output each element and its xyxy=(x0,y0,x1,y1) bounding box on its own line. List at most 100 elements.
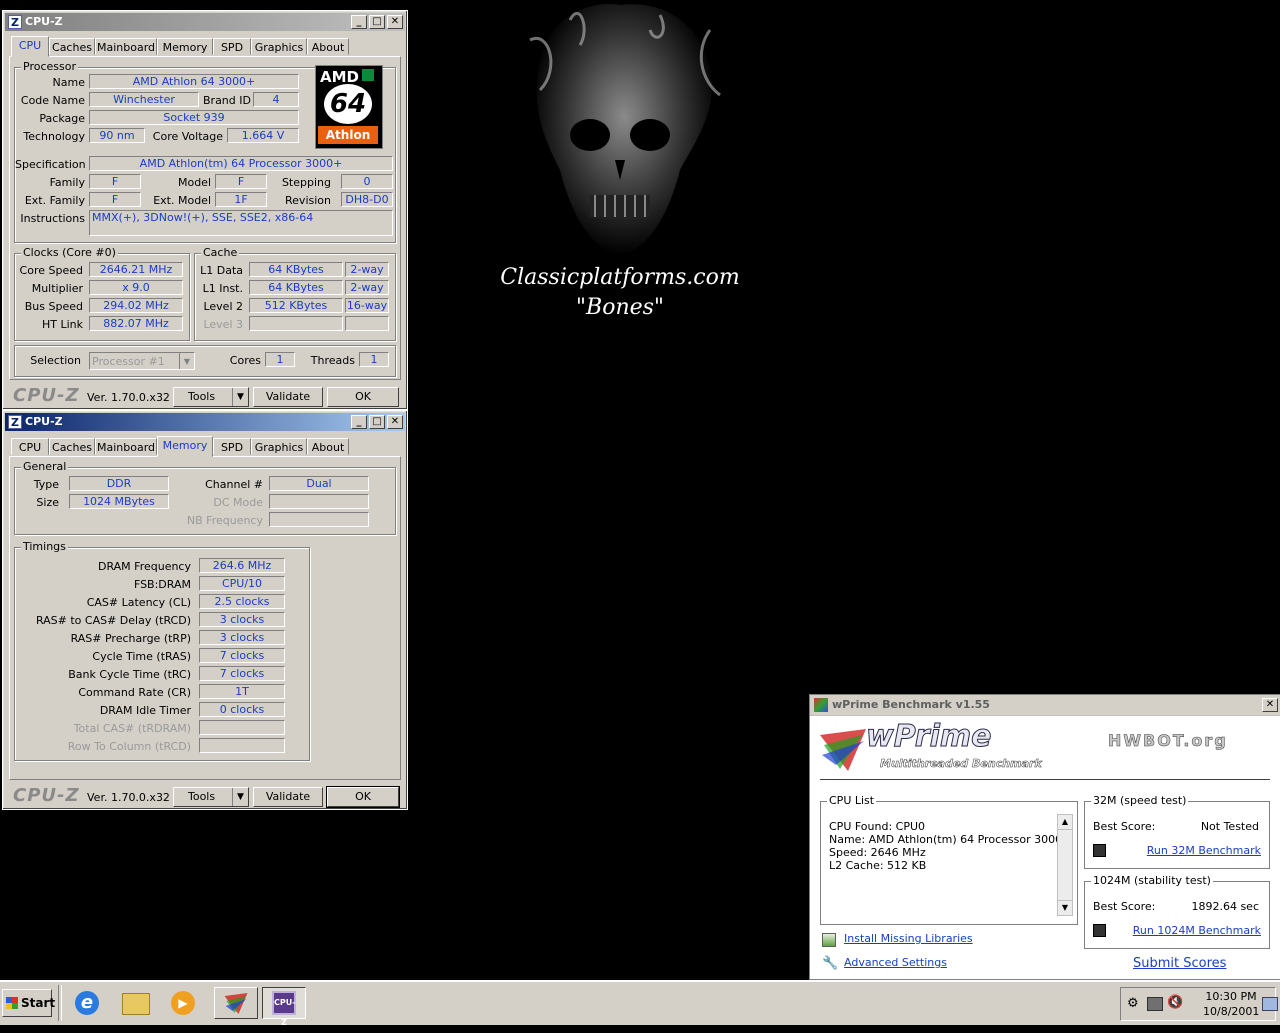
timing-value: 3 clocks xyxy=(199,612,285,627)
close-button[interactable]: ✕ xyxy=(1262,698,1278,712)
start-button[interactable]: Start xyxy=(2,989,55,1017)
network-icon[interactable] xyxy=(1147,997,1163,1011)
tab-graphics[interactable]: Graphics xyxy=(251,38,307,55)
save-icon[interactable] xyxy=(1093,924,1106,937)
wallpaper-site-text: Classicplatforms.com xyxy=(500,265,740,290)
media-player-icon[interactable]: ▶ xyxy=(168,987,198,1019)
minimize-button[interactable]: _ xyxy=(351,15,367,29)
core-speed-label: Core Speed xyxy=(19,264,83,277)
close-button[interactable]: ✕ xyxy=(387,15,403,29)
show-desktop-icon[interactable] xyxy=(1262,997,1278,1011)
size-field: 1024 MBytes xyxy=(69,494,169,509)
cpuz-app-icon: Z xyxy=(8,415,22,429)
wrench-icon: 🔧 xyxy=(822,956,839,971)
cpuz-titlebar[interactable]: Z CPU-Z _ □ ✕ xyxy=(5,413,405,431)
version-text: Ver. 1.70.0.x32 xyxy=(87,391,170,404)
settings-gear-icon[interactable]: ⚙ xyxy=(1127,996,1139,1011)
clock-date[interactable]: 10/8/2001 xyxy=(1203,1005,1259,1018)
selection-row: Selection Processor #1 ▼ Cores 1 Threads… xyxy=(14,345,396,377)
validate-button[interactable]: Validate xyxy=(253,787,323,807)
wprime-app-icon xyxy=(814,698,828,712)
tab-spd[interactable]: SPD xyxy=(213,438,251,455)
tab-mainboard[interactable]: Mainboard xyxy=(95,38,157,55)
cpuz-titlebar[interactable]: Z CPU-Z _ □ ✕ xyxy=(5,13,405,31)
tab-mainboard[interactable]: Mainboard xyxy=(95,438,157,455)
maximize-button[interactable]: □ xyxy=(369,415,385,429)
voltage-label: Core Voltage xyxy=(152,130,223,143)
revision-field: DH8-D0 xyxy=(341,192,393,207)
internet-explorer-icon[interactable]: e xyxy=(72,987,102,1019)
cores-label: Cores xyxy=(229,354,261,367)
clocks-group-title: Clocks (Core #0) xyxy=(21,246,118,259)
validate-button[interactable]: Validate xyxy=(253,387,323,407)
install-libraries-link[interactable]: Install Missing Libraries xyxy=(844,932,973,945)
processor-group-title: Processor xyxy=(21,60,78,73)
wprime-window[interactable]: wPrime Benchmark v1.55 ✕ wPrime Multithr… xyxy=(809,694,1280,980)
timing-label: Bank Cycle Time (tRC) xyxy=(68,668,191,681)
wprime-subtitle: Multithreaded Benchmark xyxy=(880,757,1042,771)
minimize-button[interactable]: _ xyxy=(351,415,367,429)
wprime-title: wPrime Benchmark v1.55 xyxy=(832,698,990,711)
run-32m-link[interactable]: Run 32M Benchmark xyxy=(1147,844,1261,857)
tools-button[interactable]: Tools ▼ xyxy=(173,387,249,407)
cpuz-window-cpu[interactable]: Z CPU-Z _ □ ✕ CPU Caches Mainboard Memory… xyxy=(2,10,408,410)
stepping-field: 0 xyxy=(341,174,393,189)
tab-memory[interactable]: Memory xyxy=(157,436,213,457)
core-speed-field: 2646.21 MHz xyxy=(89,262,183,277)
scroll-up-icon[interactable]: ▲ xyxy=(1058,815,1072,830)
cpuz-window-memory[interactable]: Z CPU-Z _ □ ✕ CPU Caches Mainboard Memory… xyxy=(2,410,408,810)
submit-scores-link[interactable]: Submit Scores xyxy=(1133,956,1226,971)
timing-value: 0 clocks xyxy=(199,702,285,717)
l1-data-field: 64 KBytes xyxy=(249,262,343,277)
close-button[interactable]: ✕ xyxy=(387,415,403,429)
tab-graphics[interactable]: Graphics xyxy=(251,438,307,455)
voltage-field: 1.664 V xyxy=(227,128,299,143)
processor-select-value: Processor #1 xyxy=(92,355,165,368)
wallpaper-name-text: "Bones" xyxy=(575,295,665,320)
tab-caches[interactable]: Caches xyxy=(49,438,95,455)
level2-way-field: 16-way xyxy=(345,298,389,313)
volume-muted-icon[interactable]: 🔇 xyxy=(1167,995,1183,1010)
tab-about[interactable]: About xyxy=(307,438,349,455)
test-32m-group: 32M (speed test) Best Score: Not Tested … xyxy=(1084,794,1270,869)
amd64-badge: 64 xyxy=(324,84,372,124)
tab-about[interactable]: About xyxy=(307,38,349,55)
tab-caches[interactable]: Caches xyxy=(49,38,95,55)
chevron-down-icon[interactable]: ▼ xyxy=(179,353,194,369)
timing-label: Command Rate (CR) xyxy=(78,686,191,699)
maximize-button[interactable]: □ xyxy=(369,15,385,29)
level2-field: 512 KBytes xyxy=(249,298,343,313)
save-icon[interactable] xyxy=(1093,844,1106,857)
wprime-task-button[interactable] xyxy=(214,987,258,1019)
ok-button[interactable]: OK xyxy=(327,387,399,407)
l1-inst-field: 64 KBytes xyxy=(249,280,343,295)
taskbar-divider xyxy=(58,985,62,1021)
advanced-settings-link[interactable]: Advanced Settings xyxy=(844,956,947,969)
timing-label: CAS# Latency (CL) xyxy=(86,596,191,609)
multiplier-label: Multiplier xyxy=(31,282,83,295)
timing-value xyxy=(199,720,285,735)
instructions-field: MMX(+), 3DNow!(+), SSE, SSE2, x86-64 xyxy=(89,210,393,236)
wprime-titlebar[interactable]: wPrime Benchmark v1.55 ✕ xyxy=(810,695,1280,716)
tools-dropdown-icon[interactable]: ▼ xyxy=(232,788,248,806)
instructions-label: Instructions xyxy=(20,212,85,225)
tools-button[interactable]: Tools ▼ xyxy=(173,787,249,807)
clock-time[interactable]: 10:30 PM xyxy=(1203,990,1259,1003)
tab-cpu[interactable]: CPU xyxy=(11,438,49,455)
explorer-folder-icon[interactable] xyxy=(120,987,150,1019)
tab-spd[interactable]: SPD xyxy=(213,38,251,55)
processor-select[interactable]: Processor #1 ▼ xyxy=(89,352,195,370)
scroll-down-icon[interactable]: ▼ xyxy=(1058,900,1072,915)
cpu-list-scrollbar[interactable]: ▲ ▼ xyxy=(1057,814,1073,916)
tools-dropdown-icon[interactable]: ▼ xyxy=(232,388,248,406)
hwbot-logo: HWBOT.org xyxy=(1108,731,1228,751)
ok-button[interactable]: OK xyxy=(326,786,400,808)
cpuz-task-button[interactable]: CPU-Z xyxy=(262,987,306,1027)
cache-group: Cache L1 Data 64 KBytes 2-way L1 Inst. 6… xyxy=(194,246,396,341)
tab-cpu[interactable]: CPU xyxy=(11,36,49,57)
tab-memory[interactable]: Memory xyxy=(157,38,213,55)
timing-label: DRAM Idle Timer xyxy=(99,704,191,717)
run-1024m-link[interactable]: Run 1024M Benchmark xyxy=(1133,924,1261,937)
codename-field: Winchester xyxy=(89,92,199,107)
type-field: DDR xyxy=(69,476,169,491)
